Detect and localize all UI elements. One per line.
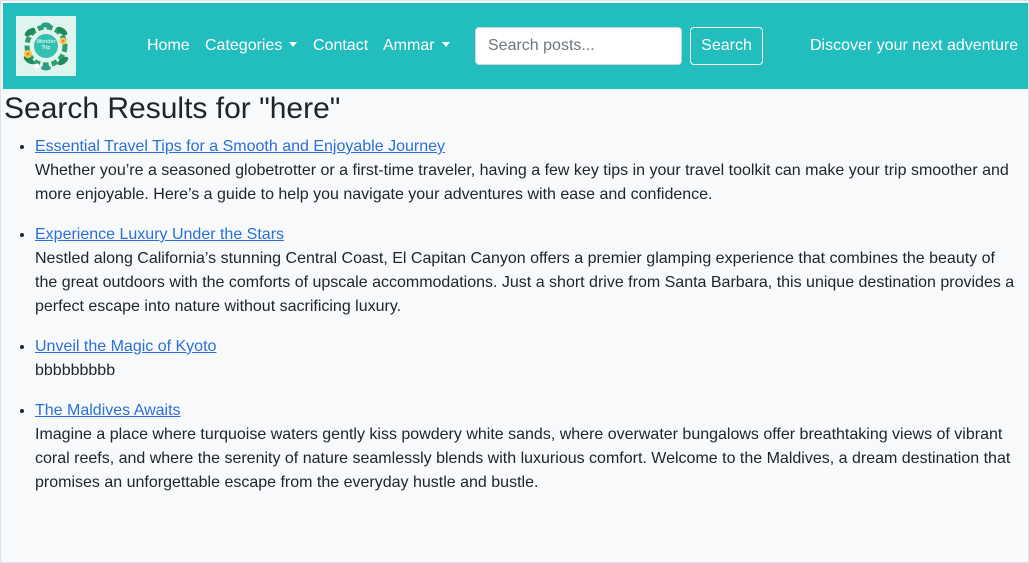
search-result-item: Essential Travel Tips for a Smooth and E… <box>35 135 1021 207</box>
nav-user-dropdown[interactable]: Ammar <box>383 36 450 56</box>
search-result-item: Unveil the Magic of Kyoto bbbbbbbbb <box>35 335 1021 383</box>
nav-contact-link[interactable]: Contact <box>313 36 368 56</box>
logo-text: Wonder Trip <box>36 39 56 51</box>
caret-down-icon <box>289 42 298 47</box>
nav-home-link[interactable]: Home <box>147 36 190 56</box>
result-title-link[interactable]: The Maldives Awaits <box>35 402 181 419</box>
page-title: Search Results for "here" <box>4 92 341 125</box>
nav-categories-label: Categories <box>205 37 283 54</box>
result-excerpt: Whether you’re a seasoned globetrotter o… <box>35 162 1009 203</box>
result-excerpt: Nestled along California’s stunning Cent… <box>35 250 1015 315</box>
result-title-link[interactable]: Unveil the Magic of Kyoto <box>35 338 216 355</box>
nav-user-label: Ammar <box>383 37 435 54</box>
navbar: Wonder Trip Home Categories Contact Amma… <box>3 3 1028 89</box>
search-result-item: The Maldives Awaits Imagine a place wher… <box>35 399 1021 495</box>
site-logo[interactable]: Wonder Trip <box>16 16 76 76</box>
search-input[interactable] <box>475 27 682 65</box>
caret-down-icon <box>441 42 450 47</box>
result-excerpt: bbbbbbbbb <box>35 362 116 379</box>
search-button[interactable]: Search <box>690 27 763 65</box>
search-result-item: Experience Luxury Under the Stars Nestle… <box>35 223 1021 319</box>
nav-categories-dropdown[interactable]: Categories <box>205 36 298 56</box>
site-tagline: Discover your next adventure <box>810 37 1019 54</box>
result-title-link[interactable]: Essential Travel Tips for a Smooth and E… <box>35 138 445 155</box>
search-results-list: Essential Travel Tips for a Smooth and E… <box>1 135 1021 511</box>
result-title-link[interactable]: Experience Luxury Under the Stars <box>35 226 284 243</box>
result-excerpt: Imagine a place where turquoise waters g… <box>35 426 1011 491</box>
